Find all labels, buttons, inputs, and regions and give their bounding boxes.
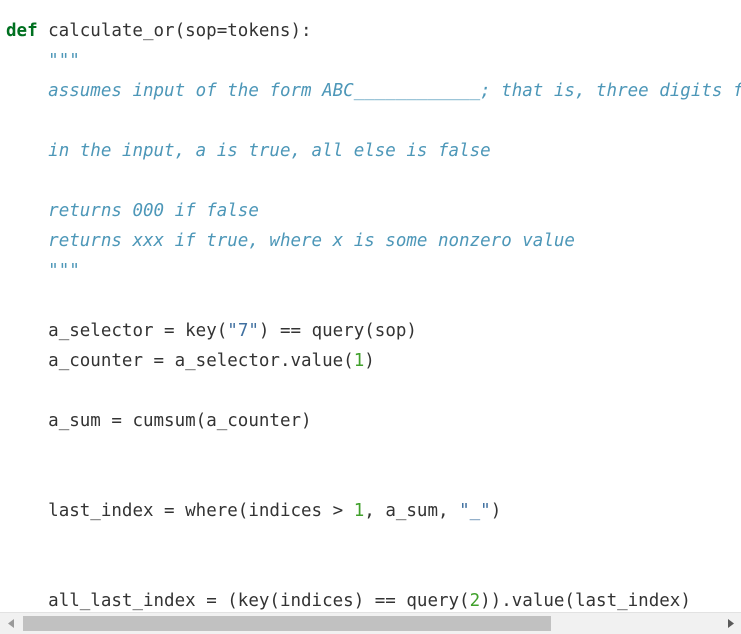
code-line: last_index = where(indices > 1, a_sum, "…: [0, 496, 741, 526]
code-token-name: )).value(last_index): [480, 591, 691, 611]
code-line: """: [0, 256, 741, 286]
code-token-str: "7": [227, 321, 259, 341]
code-token-doc: """: [48, 261, 80, 281]
code-token-name: , a_sum,: [364, 501, 460, 521]
code-lines-container: def calculate_or(sop=tokens): """ assume…: [0, 16, 741, 612]
code-line: a_selector = key("7") == query(sop): [0, 316, 741, 346]
code-token-doc: in the input, a is true, all else is fal…: [48, 141, 491, 161]
code-line: in the input, a is true, all else is fal…: [0, 136, 741, 166]
code-token-name: a_sum = cumsum(a_counter): [48, 411, 312, 431]
code-line: a_counter = a_selector.value(1): [0, 346, 741, 376]
code-token-doc: returns 000 if false: [48, 201, 259, 221]
code-line: returns 000 if false: [0, 196, 741, 226]
code-token-name: ) == query(sop): [258, 321, 417, 341]
code-line: """: [0, 46, 741, 76]
scroll-left-arrow-icon[interactable]: [0, 613, 22, 634]
code-viewer: def calculate_or(sop=tokens): """ assume…: [0, 0, 741, 634]
code-scroll-surface[interactable]: def calculate_or(sop=tokens): """ assume…: [0, 0, 741, 612]
code-token-name: a_counter = a_selector.value(: [48, 351, 354, 371]
scroll-right-arrow-icon[interactable]: [719, 613, 741, 634]
code-token-num: 1: [353, 351, 365, 371]
code-token-name: a_selector = key(: [48, 321, 228, 341]
code-token-doc: assumes input of the form ABC___________…: [48, 81, 741, 101]
horizontal-scrollbar-track[interactable]: [23, 616, 718, 631]
code-token-kw: def: [6, 21, 38, 41]
code-token-str: "_": [459, 501, 491, 521]
code-token-name: calculate_or(sop=tokens):: [37, 21, 312, 41]
horizontal-scrollbar-thumb[interactable]: [23, 616, 552, 631]
code-token-doc: """: [48, 51, 80, 71]
code-token-name: last_index = where(indices >: [48, 501, 354, 521]
code-token-doc: returns xxx if true, where x is some non…: [48, 231, 575, 251]
code-line: all_last_index = (key(indices) == query(…: [0, 586, 741, 612]
code-token-num: 1: [353, 501, 365, 521]
code-token-name: all_last_index = (key(indices) == query(: [48, 591, 470, 611]
code-token-name: ): [490, 501, 502, 521]
code-line: a_sum = cumsum(a_counter): [0, 406, 741, 436]
horizontal-scrollbar[interactable]: [0, 612, 741, 634]
code-line: returns xxx if true, where x is some non…: [0, 226, 741, 256]
code-token-num: 2: [469, 591, 481, 611]
code-line: assumes input of the form ABC___________…: [0, 76, 741, 106]
code-token-name: ): [364, 351, 375, 371]
code-line: def calculate_or(sop=tokens):: [0, 16, 741, 46]
